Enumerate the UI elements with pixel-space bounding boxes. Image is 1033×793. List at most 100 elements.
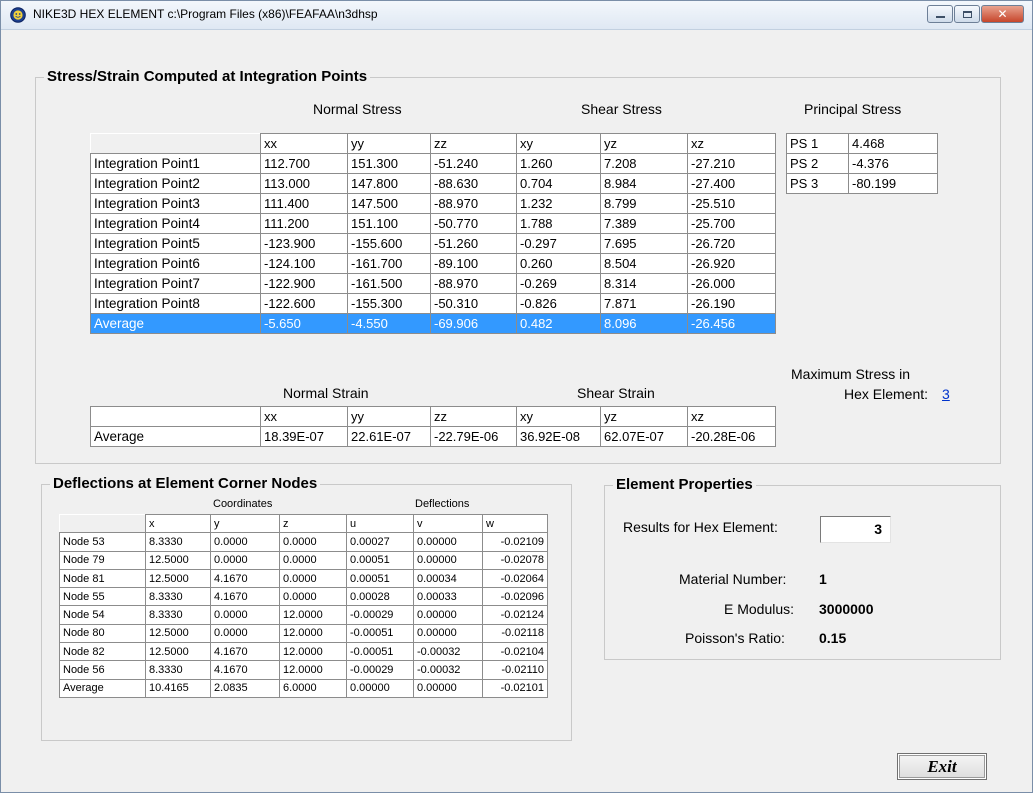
table-cell[interactable]: 8.3330: [145, 587, 211, 607]
table-cell[interactable]: -27.400: [687, 173, 776, 194]
table-cell[interactable]: -26.456: [687, 313, 776, 334]
table-cell[interactable]: -0.297: [516, 233, 601, 254]
table-cell[interactable]: 12.5000: [145, 642, 211, 662]
table-cell[interactable]: 12.0000: [279, 660, 347, 680]
table-cell[interactable]: -0.02118: [482, 623, 548, 644]
table-cell[interactable]: 0.0000: [279, 550, 347, 570]
table-cell[interactable]: -50.310: [430, 293, 517, 314]
table-cell[interactable]: 22.61E-07: [347, 426, 431, 447]
maximize-button[interactable]: [954, 5, 980, 23]
table-cell[interactable]: 0.00000: [413, 550, 483, 570]
table-cell[interactable]: 151.100: [347, 213, 431, 234]
table-cell[interactable]: 62.07E-07: [600, 426, 688, 447]
table-cell[interactable]: 7.389: [600, 213, 688, 234]
table-cell[interactable]: 0.00000: [413, 532, 483, 552]
table-cell[interactable]: -0.00029: [346, 605, 414, 625]
table-cell[interactable]: -88.970: [430, 273, 517, 294]
table-cell[interactable]: -26.920: [687, 253, 776, 274]
table-cell[interactable]: -161.700: [347, 253, 431, 274]
table-cell[interactable]: 113.000: [260, 173, 348, 194]
table-cell[interactable]: -0.02124: [482, 605, 548, 625]
table-cell[interactable]: -26.190: [687, 293, 776, 314]
table-cell[interactable]: 0.00051: [346, 550, 414, 570]
table-cell[interactable]: 0.00034: [413, 568, 483, 589]
table-row[interactable]: Integration Point3 111.400 147.500 -88.9…: [90, 193, 776, 214]
table-cell[interactable]: -51.240: [430, 153, 517, 174]
table-cell[interactable]: 0.0000: [279, 532, 347, 552]
table-cell[interactable]: -0.02101: [482, 678, 548, 698]
table-row[interactable]: Integration Point2 113.000 147.800 -88.6…: [90, 173, 776, 194]
table-cell[interactable]: 1.788: [516, 213, 601, 234]
table-cell[interactable]: 112.700: [260, 153, 348, 174]
table-row[interactable]: Integration Point4 111.200 151.100 -50.7…: [90, 213, 776, 234]
table-cell[interactable]: 0.0000: [210, 623, 280, 644]
table-row[interactable]: Integration Point1 112.700 151.300 -51.2…: [90, 153, 776, 174]
table-cell[interactable]: -88.970: [430, 193, 517, 214]
table-cell[interactable]: 12.5000: [145, 623, 211, 644]
table-cell[interactable]: 4.468: [848, 133, 938, 154]
table-row[interactable]: Node 79 12.5000 0.0000 0.0000 0.00051 0.…: [59, 550, 548, 570]
table-cell[interactable]: 12.0000: [279, 623, 347, 644]
table-cell[interactable]: -69.906: [430, 313, 517, 334]
table-cell[interactable]: 0.00028: [346, 587, 414, 607]
table-cell[interactable]: -4.550: [347, 313, 431, 334]
table-cell[interactable]: 8.3330: [145, 605, 211, 625]
table-cell[interactable]: 0.0000: [210, 550, 280, 570]
average-row-selected[interactable]: Average -5.650 -4.550 -69.906 0.482 8.09…: [90, 313, 776, 334]
table-cell[interactable]: 8.3330: [145, 660, 211, 680]
minimize-button[interactable]: [927, 5, 953, 23]
table-cell[interactable]: 0.00000: [346, 678, 414, 698]
table-cell[interactable]: 8.504: [600, 253, 688, 274]
table-cell[interactable]: -124.100: [260, 253, 348, 274]
table-cell[interactable]: -51.260: [430, 233, 517, 254]
table-cell[interactable]: 0.0000: [210, 605, 280, 625]
table-cell[interactable]: 6.0000: [279, 678, 347, 698]
table-cell[interactable]: -0.02064: [482, 568, 548, 589]
table-cell[interactable]: -155.600: [347, 233, 431, 254]
table-cell[interactable]: -4.376: [848, 153, 938, 174]
table-cell[interactable]: -25.700: [687, 213, 776, 234]
table-cell[interactable]: 1.232: [516, 193, 601, 214]
table-row[interactable]: PS 2 -4.376: [786, 153, 938, 174]
close-button[interactable]: ✕: [981, 5, 1024, 23]
table-cell[interactable]: -5.650: [260, 313, 348, 334]
table-cell[interactable]: -88.630: [430, 173, 517, 194]
table-cell[interactable]: 0.704: [516, 173, 601, 194]
table-cell[interactable]: 0.00000: [413, 678, 483, 698]
title-bar[interactable]: NIKE3D HEX ELEMENT c:\Program Files (x86…: [1, 1, 1032, 30]
table-row[interactable]: Integration Point5 -123.900 -155.600 -51…: [90, 233, 776, 254]
table-cell[interactable]: 8.984: [600, 173, 688, 194]
table-cell[interactable]: 7.208: [600, 153, 688, 174]
table-cell[interactable]: 111.200: [260, 213, 348, 234]
table-cell[interactable]: -0.00029: [346, 660, 414, 680]
table-cell[interactable]: 0.00051: [346, 568, 414, 589]
table-cell[interactable]: 0.0000: [210, 532, 280, 552]
table-cell[interactable]: 0.260: [516, 253, 601, 274]
table-row[interactable]: Node 55 8.3330 4.1670 0.0000 0.00028 0.0…: [59, 587, 548, 607]
table-cell[interactable]: 0.00000: [413, 605, 483, 625]
table-cell[interactable]: -0.00051: [346, 623, 414, 644]
table-cell[interactable]: -0.00032: [413, 642, 483, 662]
table-cell[interactable]: -0.02110: [482, 660, 548, 680]
table-cell[interactable]: 8.314: [600, 273, 688, 294]
table-cell[interactable]: 0.00027: [346, 532, 414, 552]
table-cell[interactable]: 2.0835: [210, 678, 280, 698]
table-cell[interactable]: 4.1670: [210, 660, 280, 680]
table-row[interactable]: Node 82 12.5000 4.1670 12.0000 -0.00051 …: [59, 642, 548, 662]
table-row[interactable]: Integration Point6 -124.100 -161.700 -89…: [90, 253, 776, 274]
table-cell[interactable]: -155.300: [347, 293, 431, 314]
table-row[interactable]: Average 18.39E-07 22.61E-07 -22.79E-06 3…: [90, 426, 776, 447]
table-cell[interactable]: -22.79E-06: [430, 426, 517, 447]
table-cell[interactable]: -122.600: [260, 293, 348, 314]
table-cell[interactable]: 0.0000: [279, 587, 347, 607]
table-cell[interactable]: 0.00033: [413, 587, 483, 607]
table-cell[interactable]: -122.900: [260, 273, 348, 294]
table-cell[interactable]: -0.826: [516, 293, 601, 314]
table-cell[interactable]: -20.28E-06: [687, 426, 776, 447]
results-for-hex-input[interactable]: 3: [820, 516, 891, 543]
table-cell[interactable]: -50.770: [430, 213, 517, 234]
table-cell[interactable]: 111.400: [260, 193, 348, 214]
table-cell[interactable]: 8.096: [600, 313, 688, 334]
table-cell[interactable]: -123.900: [260, 233, 348, 254]
table-cell[interactable]: 0.00000: [413, 623, 483, 644]
